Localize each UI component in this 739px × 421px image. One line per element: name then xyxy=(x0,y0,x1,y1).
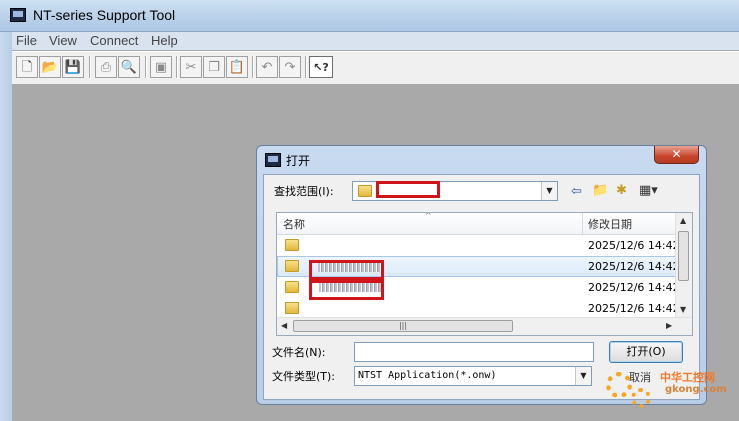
redaction-box xyxy=(309,260,384,280)
redaction-box xyxy=(309,280,384,300)
column-divider xyxy=(582,213,583,234)
open-button[interactable]: 打开(O) xyxy=(609,341,683,363)
filetype-label: 文件类型(T): xyxy=(272,370,336,383)
scroll-down-icon[interactable]: ▼ xyxy=(680,305,686,314)
undo-icon: ↶ xyxy=(261,59,273,75)
back-icon[interactable]: ⇦ xyxy=(571,184,582,199)
item-date: 2025/12/6 14:42 xyxy=(588,281,680,294)
chevron-down-icon[interactable]: ▼ xyxy=(541,182,557,200)
camera-icon: ▣ xyxy=(154,59,168,75)
copy-icon: ❐ xyxy=(208,59,220,75)
title-bar: NT-series Support Tool xyxy=(0,0,739,32)
menu-connect[interactable]: Connect xyxy=(90,33,138,48)
print-icon: ⎙ xyxy=(100,59,112,75)
up-folder-icon[interactable]: 📁 xyxy=(592,183,608,198)
copy-button[interactable]: ❐ xyxy=(203,56,225,78)
print-preview-icon: 🔍 xyxy=(120,59,138,75)
scroll-right-icon[interactable]: ▶ xyxy=(666,321,672,330)
column-modified[interactable]: 修改日期 xyxy=(588,216,632,232)
print-preview-button[interactable]: 🔍 xyxy=(118,56,140,78)
filename-input[interactable] xyxy=(354,342,594,362)
print-button[interactable]: ⎙ xyxy=(95,56,117,78)
close-icon: ✕ xyxy=(671,147,682,161)
app-icon xyxy=(10,8,26,22)
watermark-url: gkong.com xyxy=(665,384,727,395)
item-date: 2025/12/6 14:42 xyxy=(588,260,680,273)
save-icon: 💾 xyxy=(64,59,82,75)
look-in-label: 查找范围(I): xyxy=(274,185,334,198)
folder-icon xyxy=(358,185,372,197)
redaction-box xyxy=(376,181,440,198)
context-help-button[interactable]: ↖? xyxy=(309,56,333,78)
redo-icon: ↷ xyxy=(284,59,296,75)
folder-icon xyxy=(285,281,299,293)
list-header: 名称 ^ 修改日期 xyxy=(277,213,677,235)
menu-bar: File View Connect Help xyxy=(12,32,739,50)
cut-icon: ✂ xyxy=(185,59,197,75)
item-date: 2025/12/6 14:42 xyxy=(588,239,680,252)
window-frame-left xyxy=(0,32,12,421)
save-button[interactable]: 💾 xyxy=(62,56,84,78)
paste-button[interactable]: 📋 xyxy=(226,56,248,78)
undo-button[interactable]: ↶ xyxy=(256,56,278,78)
cut-button[interactable]: ✂ xyxy=(180,56,202,78)
toolbar-separator xyxy=(176,56,178,78)
list-item[interactable]: 2025/12/6 14:42 xyxy=(277,235,680,256)
cancel-label: 取消 xyxy=(629,371,651,384)
filetype-value: NTST Application(*.onw) xyxy=(358,370,497,381)
redo-button[interactable]: ↷ xyxy=(279,56,301,78)
open-button[interactable]: 📂 xyxy=(39,56,61,78)
scroll-up-icon[interactable]: ▲ xyxy=(680,216,686,225)
new-folder-icon[interactable]: ✱ xyxy=(616,183,627,198)
watermark-gear-icon xyxy=(606,372,632,398)
view-menu-icon[interactable]: ▦▾ xyxy=(639,183,658,198)
toolbar-separator xyxy=(89,56,91,78)
watermark-brand: 中华工控网 xyxy=(660,371,715,384)
open-dialog: 打开 ✕ 查找范围(I): ▼ ⇦ 📁 ✱ ▦▾ 名称 ^ 修改日期 2025/… xyxy=(256,145,707,405)
scroll-left-icon[interactable]: ◀ xyxy=(281,321,287,330)
list-item[interactable]: 2025/12/6 14:42 xyxy=(277,298,680,319)
folder-icon xyxy=(285,302,299,314)
horizontal-scrollbar[interactable]: ◀ ||| ▶ xyxy=(277,317,692,335)
window-title: NT-series Support Tool xyxy=(33,7,176,23)
new-icon: 🗋 xyxy=(21,59,33,75)
menu-help[interactable]: Help xyxy=(151,33,178,48)
column-name[interactable]: 名称 xyxy=(283,216,305,232)
folder-icon xyxy=(285,239,299,251)
item-date: 2025/12/6 14:42 xyxy=(588,302,680,315)
toolbar-separator xyxy=(305,56,307,78)
vertical-scroll-thumb[interactable] xyxy=(678,231,689,281)
menu-file[interactable]: File xyxy=(16,33,37,48)
dialog-title: 打开 xyxy=(286,154,311,168)
toolbar: 🗋 📂 💾 ⎙ 🔍 ▣ ✂ ❐ 📋 ↶ ↷ ↖? xyxy=(12,51,739,85)
context-help-icon: ↖? xyxy=(313,60,329,74)
paste-icon: 📋 xyxy=(228,59,246,75)
dialog-body: 查找范围(I): ▼ ⇦ 📁 ✱ ▦▾ 名称 ^ 修改日期 2025/12/6 … xyxy=(263,174,700,400)
filetype-dropdown[interactable]: NTST Application(*.onw) ▼ xyxy=(354,366,592,386)
toolbar-separator xyxy=(252,56,254,78)
new-button[interactable]: 🗋 xyxy=(16,56,38,78)
open-icon: 📂 xyxy=(41,59,59,75)
chevron-down-icon[interactable]: ▼ xyxy=(575,367,591,385)
folder-icon xyxy=(285,260,299,272)
filename-label: 文件名(N): xyxy=(272,346,326,359)
close-button[interactable]: ✕ xyxy=(654,146,699,164)
sort-arrow-icon: ^ xyxy=(425,212,432,220)
dialog-app-icon xyxy=(265,153,281,167)
watermark-gear-icon xyxy=(631,388,651,408)
menu-view[interactable]: View xyxy=(49,33,77,48)
camera-button[interactable]: ▣ xyxy=(150,56,172,78)
vertical-scrollbar[interactable]: ▲ ▼ xyxy=(675,213,692,318)
toolbar-separator xyxy=(145,56,147,78)
horizontal-scroll-thumb[interactable]: ||| xyxy=(293,320,513,332)
